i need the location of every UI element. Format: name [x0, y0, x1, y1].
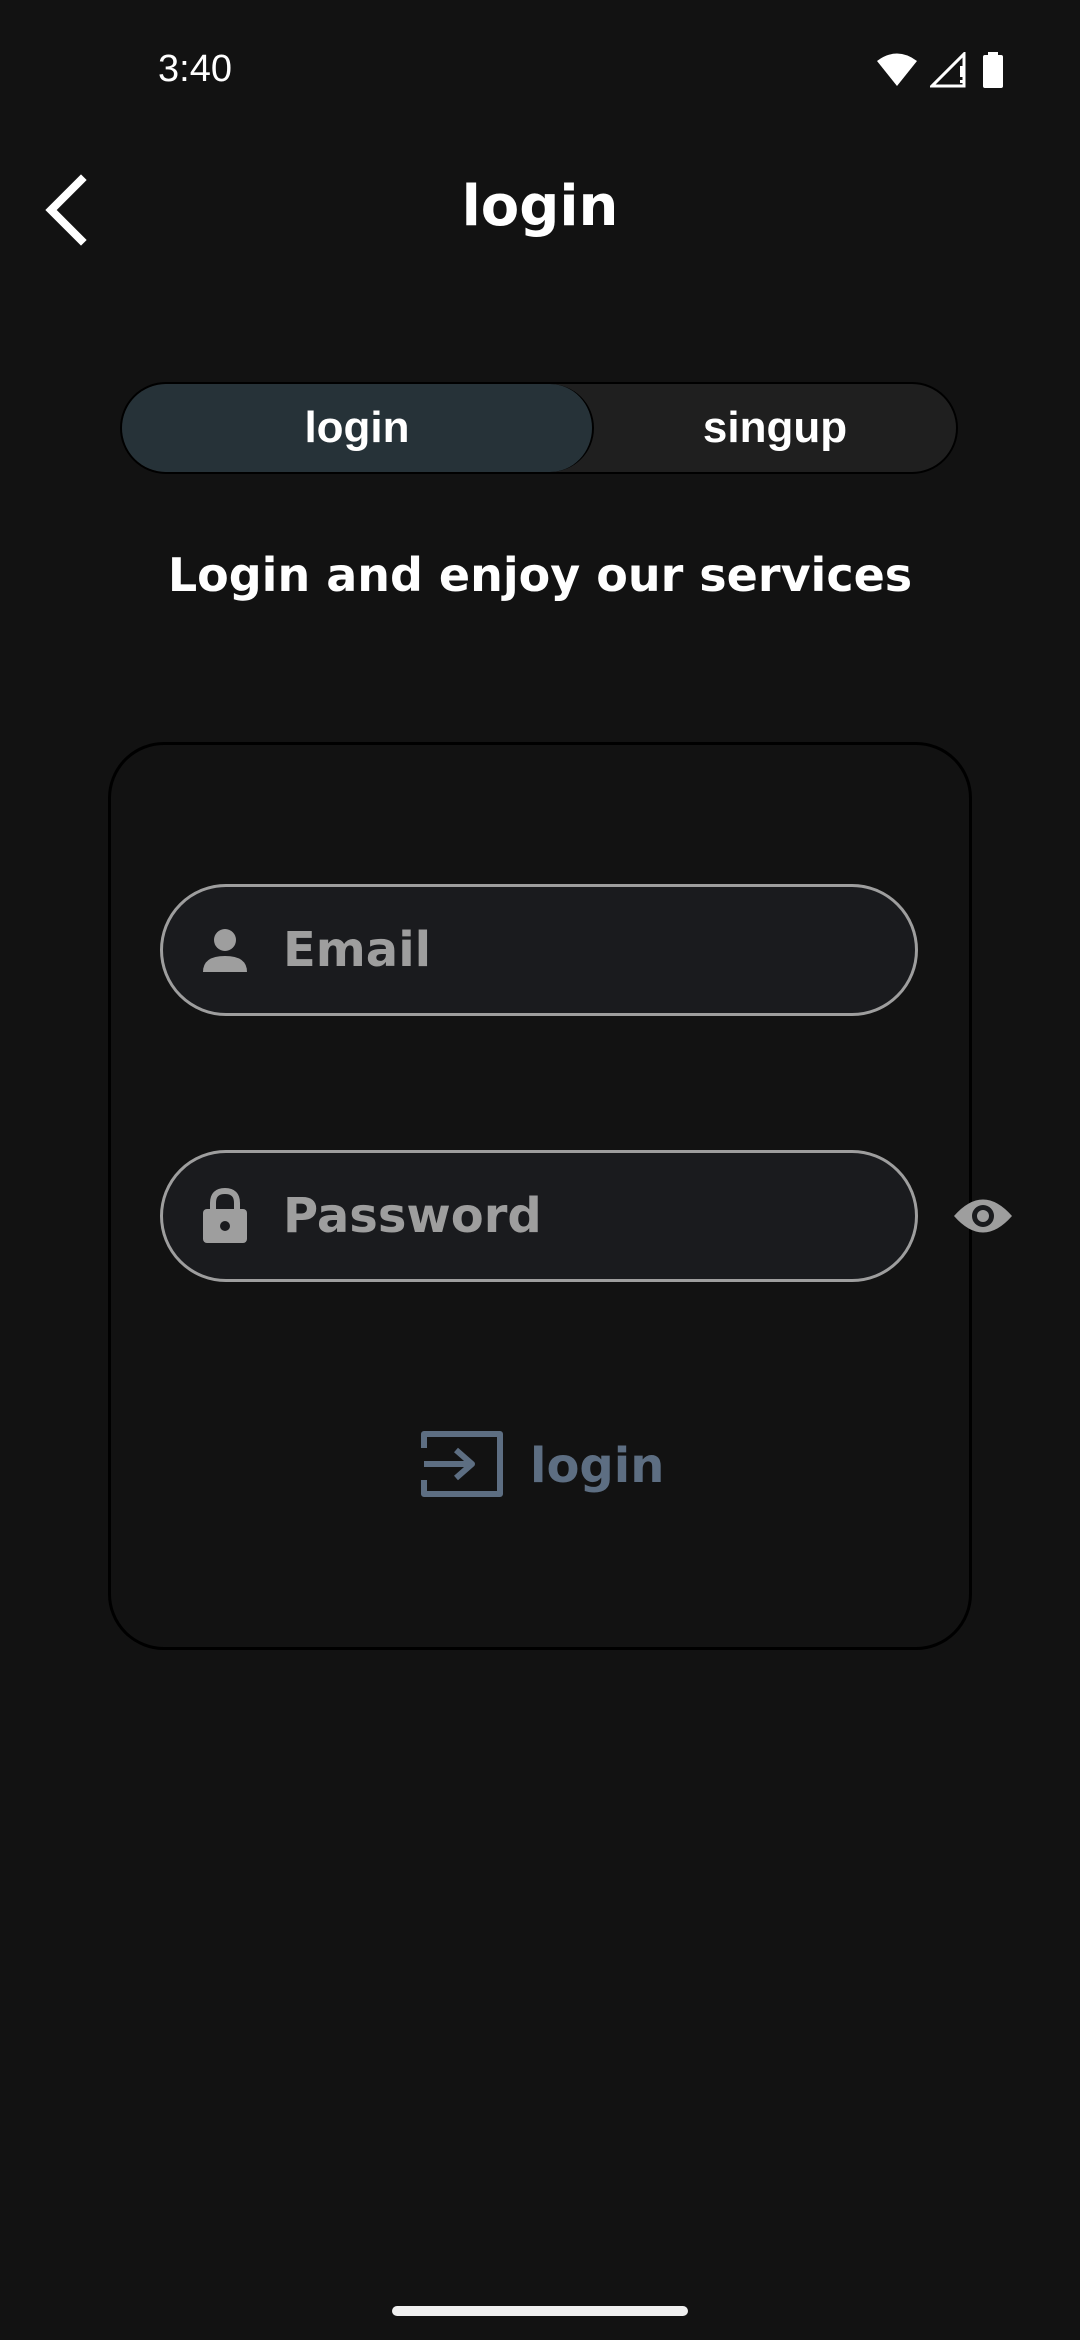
login-signup-toggle: login singup [120, 382, 958, 474]
status-bar: 3:40 [0, 0, 1080, 140]
lock-icon [201, 1187, 249, 1243]
app-bar: login [0, 150, 1080, 270]
eye-icon[interactable] [952, 1181, 1014, 1251]
cell-signal-icon [928, 50, 970, 92]
page-title: login [461, 174, 619, 239]
person-icon [201, 923, 249, 977]
email-input[interactable] [283, 922, 952, 978]
password-input[interactable] [283, 1188, 952, 1244]
login-arrow-icon [418, 1428, 506, 1504]
battery-icon [982, 52, 1004, 92]
email-field[interactable] [160, 884, 952, 1016]
tab-signup[interactable]: singup [594, 384, 956, 472]
tab-login[interactable]: login [122, 384, 594, 472]
status-icons [876, 50, 1004, 92]
wifi-icon [876, 52, 918, 92]
subtitle: Login and enjoy our services [167, 548, 913, 602]
login-button[interactable]: login [418, 1422, 664, 1510]
login-button-label: login [530, 1438, 665, 1494]
password-field[interactable] [160, 1150, 1012, 1282]
status-time: 3:40 [158, 48, 232, 90]
gesture-nav-handle[interactable] [392, 2306, 688, 2316]
